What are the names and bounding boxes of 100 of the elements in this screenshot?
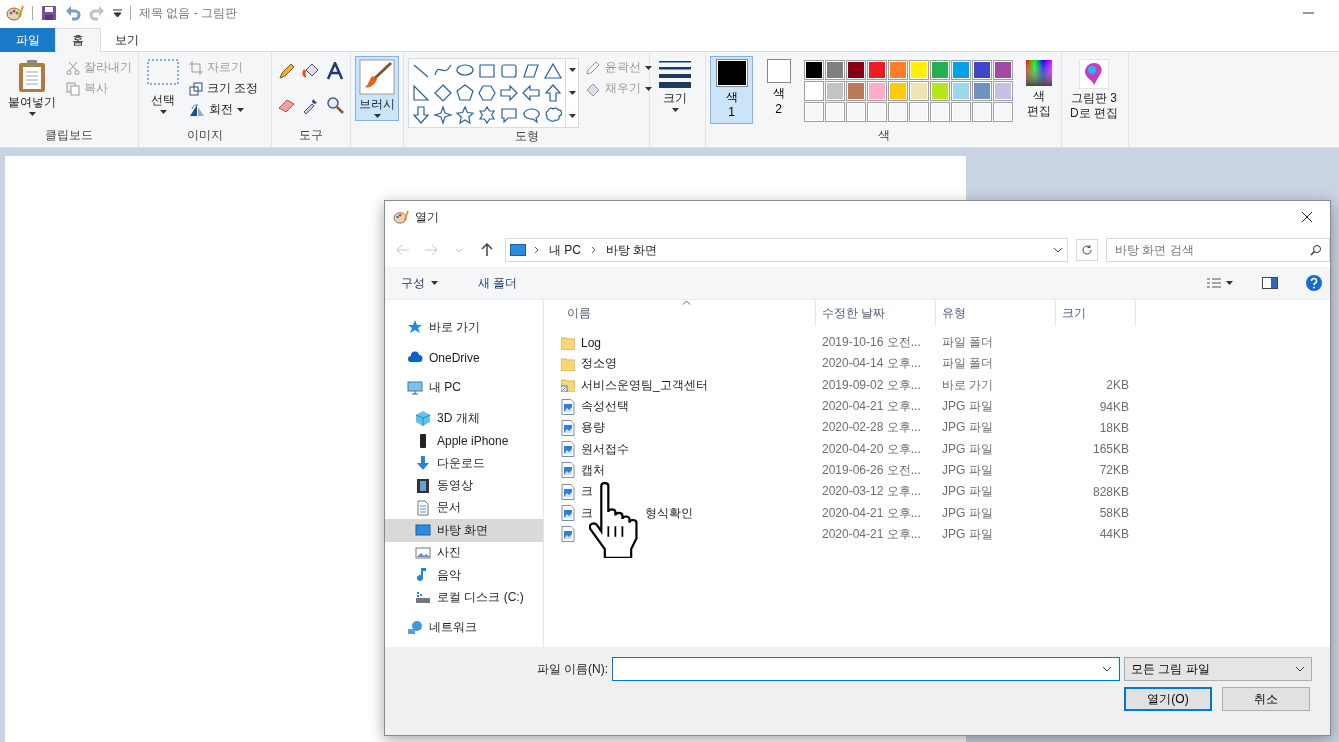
- color-swatch[interactable]: [888, 60, 908, 80]
- help-icon[interactable]: [1306, 275, 1322, 291]
- preview-pane-icon[interactable]: [1262, 277, 1278, 289]
- up-arrow-icon[interactable]: [481, 243, 493, 257]
- shape-icon[interactable]: [543, 83, 563, 103]
- refresh-button[interactable]: [1076, 239, 1098, 261]
- filename-field[interactable]: [612, 657, 1120, 681]
- shape-icon[interactable]: [543, 105, 563, 125]
- column-header[interactable]: 크기: [1056, 300, 1136, 326]
- color-swatch[interactable]: [951, 60, 971, 80]
- cancel-button[interactable]: 취소: [1222, 687, 1310, 711]
- column-header[interactable]: 유형: [936, 300, 1056, 326]
- new-folder-button[interactable]: 새 폴더: [472, 274, 524, 292]
- nav-item[interactable]: 3D 개체: [385, 407, 543, 430]
- color-swatch[interactable]: [930, 60, 950, 80]
- shape-icon[interactable]: [521, 61, 541, 81]
- column-header[interactable]: 이름: [561, 300, 816, 326]
- color-swatch[interactable]: [951, 81, 971, 101]
- text-icon[interactable]: [324, 60, 346, 82]
- color-slot[interactable]: 색 2: [757, 56, 800, 124]
- color-swatch[interactable]: [972, 81, 992, 101]
- nav-item[interactable]: 사진: [385, 541, 543, 564]
- ribbon-tab[interactable]: 보기: [101, 28, 153, 52]
- file-row[interactable]: 캡처 2019-06-26 오전... JPG 파일 72KB: [544, 459, 1330, 482]
- file-type-dropdown[interactable]: 모든 그림 파일: [1124, 657, 1312, 681]
- shape-icon[interactable]: [499, 61, 519, 81]
- shape-icon[interactable]: [411, 105, 431, 125]
- organize-button[interactable]: 구성: [395, 274, 444, 292]
- color-swatch[interactable]: [846, 81, 866, 101]
- edit-colors-button[interactable]: 색 편집: [1021, 56, 1057, 122]
- color-swatch[interactable]: [993, 81, 1013, 101]
- shape-icon[interactable]: [455, 105, 475, 125]
- color-swatch[interactable]: [993, 60, 1013, 80]
- color-swatch[interactable]: [846, 60, 866, 80]
- color-slot[interactable]: 색 1: [710, 56, 753, 124]
- customize-caret-icon[interactable]: [113, 9, 122, 17]
- nav-item[interactable]: 다운로드: [385, 451, 543, 475]
- color-swatch[interactable]: [825, 60, 845, 80]
- file-row[interactable]: Log 2019-10-16 오전... 파일 폴더: [544, 332, 1330, 354]
- color-swatch[interactable]: [909, 60, 929, 80]
- shape-icon[interactable]: [499, 105, 519, 125]
- rotate-button[interactable]: 회전: [187, 100, 261, 119]
- shape-icon[interactable]: [477, 83, 497, 103]
- address-bar[interactable]: 내 PC 바탕 화면: [505, 238, 1068, 262]
- file-row[interactable]: 정소영 2020-04-14 오후... 파일 폴더: [544, 353, 1330, 375]
- nav-item[interactable]: Apple iPhone: [385, 429, 543, 452]
- shape-icon[interactable]: [543, 61, 563, 81]
- file-row[interactable]: 서비스운영팀_고객센터 2019-09-02 오후... 바로 가기 2KB: [544, 374, 1330, 396]
- open-button[interactable]: 열기(O): [1124, 687, 1212, 711]
- color-swatch[interactable]: [867, 81, 887, 101]
- color-swatch[interactable]: [888, 81, 908, 101]
- color-swatch[interactable]: [825, 81, 845, 101]
- color-swatch[interactable]: [930, 81, 950, 101]
- view-options-icon[interactable]: [1206, 277, 1234, 289]
- nav-item[interactable]: 음악: [385, 563, 543, 587]
- shape-icon[interactable]: [433, 105, 453, 125]
- nav-item[interactable]: 네트워크: [385, 616, 543, 640]
- size-button[interactable]: 크기: [654, 56, 696, 115]
- file-row[interactable]: 크 2020-03-12 오후... JPG 파일 828KB: [544, 481, 1330, 503]
- nav-item[interactable]: 바로 가기: [385, 316, 543, 339]
- shape-icon[interactable]: [521, 83, 541, 103]
- shape-icon[interactable]: [521, 105, 541, 125]
- color-swatch[interactable]: [804, 81, 824, 101]
- color-swatch[interactable]: [867, 60, 887, 80]
- file-row[interactable]: 용량 2020-02-28 오후... JPG 파일 18KB: [544, 417, 1330, 439]
- shape-icon[interactable]: [455, 83, 475, 103]
- shape-icon[interactable]: [477, 105, 497, 125]
- breadcrumb-item[interactable]: 바탕 화면: [604, 241, 660, 259]
- resize-button[interactable]: 크기 조정: [187, 79, 261, 98]
- breadcrumb-item[interactable]: 내 PC: [547, 241, 583, 259]
- column-header[interactable]: 수정한 날짜: [816, 300, 936, 326]
- ribbon-tab[interactable]: 파일: [0, 28, 55, 52]
- search-field[interactable]: 바탕 화면 검색: [1106, 238, 1330, 262]
- color-swatch[interactable]: [804, 60, 824, 80]
- color-swatch[interactable]: [909, 81, 929, 101]
- file-row[interactable]: 원서접수 2020-04-20 오후... JPG 파일 165KB: [544, 438, 1330, 460]
- color-swatch[interactable]: [972, 60, 992, 80]
- brushes-button[interactable]: 브러시: [355, 56, 399, 121]
- close-icon[interactable]: [1301, 211, 1313, 223]
- shape-icon[interactable]: [477, 61, 497, 81]
- nav-item[interactable]: OneDrive: [385, 346, 543, 369]
- file-row[interactable]: 2020-04-21 오후... JPG 파일 44KB: [544, 523, 1330, 545]
- file-row[interactable]: 크 형식확인 2020-04-21 오후... JPG 파일 58KB: [544, 502, 1330, 524]
- nav-item[interactable]: 로컬 디스크 (C:): [385, 586, 543, 609]
- nav-item[interactable]: 동영상: [385, 474, 543, 497]
- nav-item[interactable]: 바탕 화면: [385, 519, 543, 542]
- magnifier-icon[interactable]: [324, 94, 346, 116]
- chevron-down-icon[interactable]: [1053, 247, 1063, 253]
- ribbon-tab[interactable]: 홈: [55, 28, 101, 52]
- paint-3d-button[interactable]: 그림판 3 D로 편집: [1066, 56, 1122, 124]
- shape-icon[interactable]: [499, 83, 519, 103]
- undo-icon[interactable]: [65, 5, 81, 21]
- file-row[interactable]: 속성선택 2020-04-21 오후... JPG 파일 94KB: [544, 395, 1330, 418]
- shape-icon[interactable]: [411, 83, 431, 103]
- shape-icon[interactable]: [433, 83, 453, 103]
- save-icon[interactable]: [41, 5, 57, 21]
- paste-button[interactable]: 붙여넣기: [4, 56, 60, 119]
- nav-item[interactable]: 문서: [385, 496, 543, 520]
- select-button[interactable]: 선택: [143, 56, 183, 117]
- nav-item[interactable]: 내 PC: [385, 376, 543, 400]
